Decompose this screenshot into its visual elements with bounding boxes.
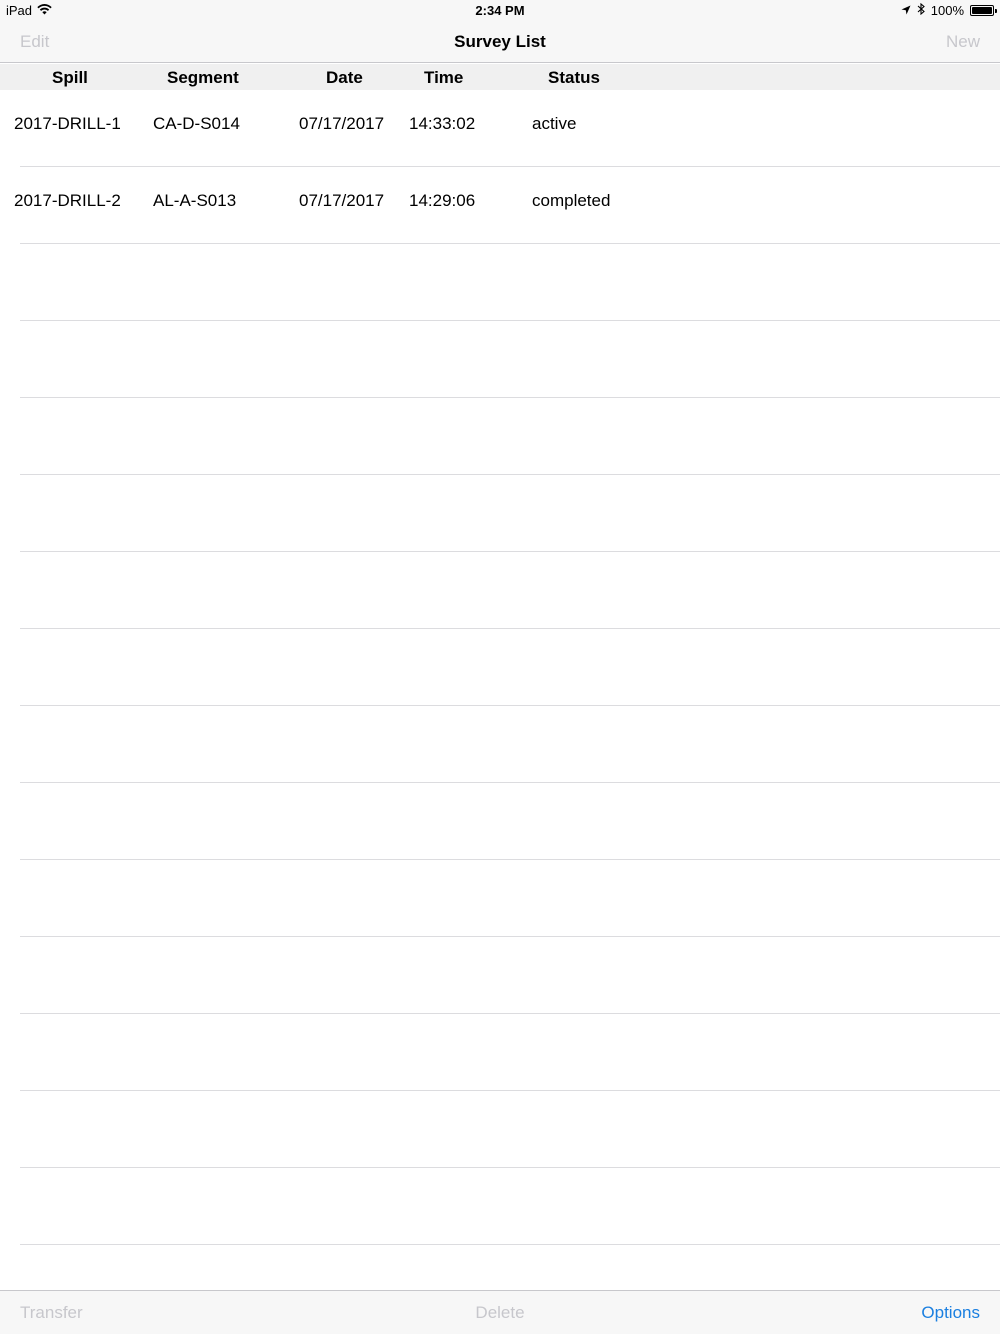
table-row[interactable] <box>0 398 1000 475</box>
status-time: 2:34 PM <box>475 3 525 18</box>
cell-date: 07/17/2017 <box>299 191 385 210</box>
cell-status: completed <box>532 191 611 210</box>
cell-spill: 2017-DRILL-2 <box>14 191 121 210</box>
page-title: Survey List <box>454 32 546 51</box>
table-row[interactable] <box>0 860 1000 937</box>
table-row[interactable]: 2017-DRILL-1 CA-D-S014 07/17/2017 14:33:02 a… <box>0 90 1000 167</box>
navigation-bar: Edit Survey List New <box>0 22 1000 63</box>
cell-spill: 2017-DRILL-1 <box>14 114 121 133</box>
column-header: Spill Segment Date Time Status <box>0 64 1000 90</box>
survey-list-screen: iPad 2:34 PM 100% Edit Survey List New S… <box>0 0 1000 1334</box>
table-row[interactable] <box>0 244 1000 321</box>
table-row[interactable] <box>0 783 1000 860</box>
new-button[interactable]: New <box>946 32 980 52</box>
cell-segment: CA-D-S014 <box>153 114 240 133</box>
table-row[interactable]: 2017-DRILL-2 AL-A-S013 07/17/2017 14:29:06 c… <box>0 167 1000 244</box>
table-row[interactable] <box>0 1014 1000 1091</box>
column-header-time: Time <box>424 68 464 87</box>
table-row[interactable] <box>0 552 1000 629</box>
table-row[interactable] <box>0 1168 1000 1245</box>
table-row[interactable] <box>0 706 1000 783</box>
table-row[interactable] <box>0 475 1000 552</box>
table-row[interactable] <box>0 321 1000 398</box>
bottom-toolbar: Transfer Delete Options <box>0 1290 1000 1334</box>
table-row[interactable] <box>0 1091 1000 1168</box>
column-header-date: Date <box>326 68 363 87</box>
cell-time: 14:29:06 <box>409 191 476 210</box>
location-icon <box>901 3 911 18</box>
survey-table: 2017-DRILL-1 CA-D-S014 07/17/2017 14:33:02 a… <box>0 90 1000 1322</box>
bluetooth-icon <box>917 2 925 18</box>
options-button[interactable]: Options <box>921 1303 980 1323</box>
table-row[interactable] <box>0 937 1000 1014</box>
delete-button[interactable]: Delete <box>0 1303 1000 1323</box>
column-header-status: Status <box>548 68 600 87</box>
battery-level <box>972 7 992 14</box>
battery-icon <box>970 5 997 16</box>
status-right: 100% <box>901 2 997 18</box>
status-bar: iPad 2:34 PM 100% <box>0 0 1000 22</box>
battery-percent: 100% <box>930 3 964 18</box>
column-header-segment: Segment <box>167 68 239 87</box>
cell-date: 07/17/2017 <box>299 114 385 133</box>
cell-segment: AL-A-S013 <box>153 191 237 210</box>
table-row[interactable] <box>0 629 1000 706</box>
cell-status: active <box>532 114 577 133</box>
column-header-spill: Spill <box>52 68 88 87</box>
cell-time: 14:33:02 <box>409 114 476 133</box>
